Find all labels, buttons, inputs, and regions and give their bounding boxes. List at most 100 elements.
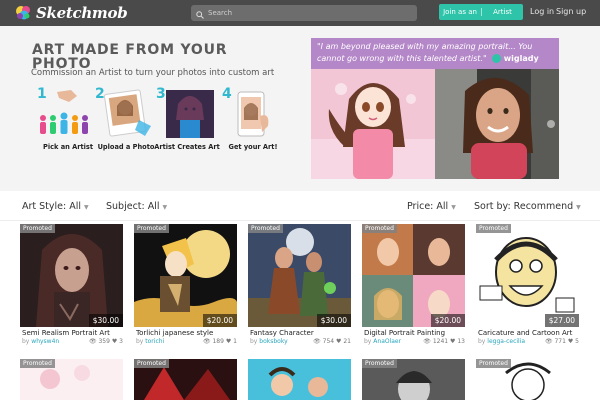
join-as-label: Join as an bbox=[443, 8, 477, 16]
listing-stats: 👁 359 ♥ 3 bbox=[89, 338, 123, 345]
heart-icon: ♥ bbox=[567, 338, 574, 345]
artist-name[interactable]: torichi bbox=[145, 338, 164, 345]
login-link[interactable]: Log in bbox=[530, 7, 554, 16]
step-label: Get your Art! bbox=[228, 143, 278, 151]
view-count: 754 bbox=[322, 338, 335, 345]
step-artist-creates: 3 Artist Creates Art bbox=[154, 86, 220, 156]
listing-meta: by whysw4n 👁 359 ♥ 3 bbox=[22, 338, 123, 347]
eye-icon: 👁 bbox=[544, 338, 553, 345]
listing-stats: 👁 189 ♥ 1 bbox=[203, 338, 237, 345]
promoted-badge: Promoted bbox=[134, 359, 169, 368]
heart-icon: ♥ bbox=[111, 338, 118, 345]
view-count: 1241 bbox=[432, 338, 449, 345]
filter-bar: Art Style: All ▼ Subject: All ▼ Price: All… bbox=[0, 191, 600, 221]
chevron-down-icon: ▼ bbox=[84, 204, 89, 211]
listing-card[interactable]: Promoted $27.00 Caricature and Cartoon A… bbox=[476, 224, 579, 346]
chevron-down-icon: ▼ bbox=[576, 204, 581, 211]
top-bar: Sketchmob Join as an Artist Log in Sign … bbox=[0, 0, 600, 26]
step-label: Artist Creates Art bbox=[154, 143, 220, 151]
listing-card[interactable]: Promoted bbox=[134, 359, 237, 400]
signup-link[interactable]: Sign up bbox=[556, 7, 586, 16]
listing-meta: by AnaOlaer 👁 1241 ♥ 13 bbox=[364, 338, 465, 347]
search-input[interactable] bbox=[208, 9, 408, 17]
listing-title[interactable]: Semi Realism Portrait Art bbox=[22, 329, 123, 337]
listing-title[interactable]: Digital Portrait Painting bbox=[364, 329, 465, 337]
step-pick-artist: 1 Pick an Artist bbox=[37, 86, 99, 156]
chevron-down-icon: ▼ bbox=[162, 204, 168, 211]
hero-banner: ART MADE FROM YOUR PHOTO Commission an A… bbox=[0, 26, 600, 191]
like-count: 13 bbox=[457, 338, 465, 345]
join-as-artist-button[interactable]: Join as an Artist bbox=[439, 4, 523, 20]
listing-meta: by legga-cecilia 👁 771 ♥ 5 bbox=[478, 338, 579, 347]
listing-meta: by torichi 👁 189 ♥ 1 bbox=[136, 338, 237, 347]
view-count: 771 bbox=[554, 338, 566, 345]
listing-card[interactable]: Promoted bbox=[362, 359, 465, 400]
artist-byline: by whysw4n bbox=[22, 338, 59, 345]
search-box[interactable] bbox=[191, 5, 417, 21]
eye-icon: 👁 bbox=[88, 338, 97, 345]
like-count: 3 bbox=[119, 338, 123, 345]
art-style-filter[interactable]: Art Style: All ▼ bbox=[22, 201, 89, 212]
artist-name[interactable]: whysw4n bbox=[31, 338, 59, 345]
hero-subtitle: Commission an Artist to turn your photos… bbox=[31, 68, 275, 78]
art-style-label: Art Style: All bbox=[22, 201, 82, 212]
eye-icon: 👁 bbox=[202, 338, 211, 345]
price-tag: $27.00 bbox=[544, 314, 579, 327]
logo[interactable]: Sketchmob bbox=[14, 3, 128, 23]
listing-thumbnail[interactable]: Promoted $20.00 bbox=[362, 224, 465, 327]
by-label: by bbox=[478, 338, 486, 345]
listing-thumbnail[interactable]: Promoted $20.00 bbox=[134, 224, 237, 327]
listing-card[interactable]: Promoted bbox=[20, 359, 123, 400]
listing-card[interactable]: Promoted $30.00 Fantasy Character by bok… bbox=[248, 224, 351, 346]
promoted-badge: Promoted bbox=[20, 359, 55, 368]
sort-filter[interactable]: Sort by: Recommend ▼ bbox=[474, 201, 581, 212]
listing-thumbnail[interactable]: Promoted $30.00 bbox=[248, 224, 351, 327]
artist-name[interactable]: boksboky bbox=[259, 338, 287, 345]
step-upload-photo: 2 Upload a Photo bbox=[95, 86, 157, 156]
price-label: Price: All bbox=[407, 201, 449, 212]
promoted-badge: Promoted bbox=[476, 359, 511, 368]
featured-portrait-image bbox=[311, 69, 559, 179]
heart-icon: ♥ bbox=[336, 338, 342, 345]
by-label: by bbox=[250, 338, 258, 345]
promoted-badge: Promoted bbox=[248, 224, 283, 233]
quote-username[interactable]: wiglady bbox=[504, 54, 539, 63]
artist-name[interactable]: AnaOlaer bbox=[373, 338, 401, 345]
testimonial-quote: "I am beyond pleased with my amazing por… bbox=[311, 38, 559, 69]
promoted-badge: Promoted bbox=[476, 224, 511, 233]
listing-thumbnail[interactable] bbox=[248, 359, 351, 400]
listing-title[interactable]: Torlichi japanese style bbox=[136, 329, 237, 337]
price-filter[interactable]: Price: All ▼ bbox=[407, 201, 456, 212]
artist-label: Artist bbox=[481, 8, 523, 16]
artist-name[interactable]: legga-cecilia bbox=[487, 338, 525, 345]
listing-title[interactable]: Caricature and Cartoon Art bbox=[478, 329, 579, 337]
quote-text: "I am beyond pleased with my amazing por… bbox=[317, 42, 533, 63]
hero-title: ART MADE FROM YOUR PHOTO bbox=[32, 42, 228, 72]
listing-card[interactable] bbox=[248, 359, 351, 400]
promoted-badge: Promoted bbox=[20, 224, 55, 233]
price-tag: $20.00 bbox=[430, 314, 465, 327]
heart-icon: ♥ bbox=[450, 338, 456, 345]
step-label: Upload a Photo bbox=[97, 143, 155, 151]
artist-byline: by boksboky bbox=[250, 338, 288, 345]
promoted-badge: Promoted bbox=[362, 224, 397, 233]
price-tag: $20.00 bbox=[202, 314, 237, 327]
listing-stats: 👁 1241 ♥ 13 bbox=[423, 338, 465, 345]
listing-thumbnail[interactable]: Promoted $27.00 bbox=[476, 224, 579, 327]
eye-icon: 👁 bbox=[423, 338, 431, 345]
by-label: by bbox=[22, 338, 30, 345]
listing-card[interactable]: Promoted $20.00 Digital Portrait Paintin… bbox=[362, 224, 465, 346]
listing-thumbnail[interactable]: Promoted $30.00 bbox=[20, 224, 123, 327]
by-label: by bbox=[364, 338, 372, 345]
artist-byline: by legga-cecilia bbox=[478, 338, 525, 345]
subject-filter[interactable]: Subject: All ▼ bbox=[106, 201, 167, 212]
subject-label: Subject: All bbox=[106, 201, 160, 212]
heart-icon: ♥ bbox=[225, 338, 232, 345]
sort-label: Sort by: Recommend bbox=[474, 201, 574, 212]
listing-title[interactable]: Fantasy Character bbox=[250, 329, 351, 337]
price-tag: $30.00 bbox=[88, 314, 123, 327]
logo-splash-icon bbox=[14, 3, 34, 23]
listing-card[interactable]: Promoted $20.00 Torlichi japanese style … bbox=[134, 224, 237, 346]
listing-card[interactable]: Promoted bbox=[476, 359, 579, 400]
listing-card[interactable]: Promoted $30.00 Semi Realism Portrait Ar… bbox=[20, 224, 123, 346]
